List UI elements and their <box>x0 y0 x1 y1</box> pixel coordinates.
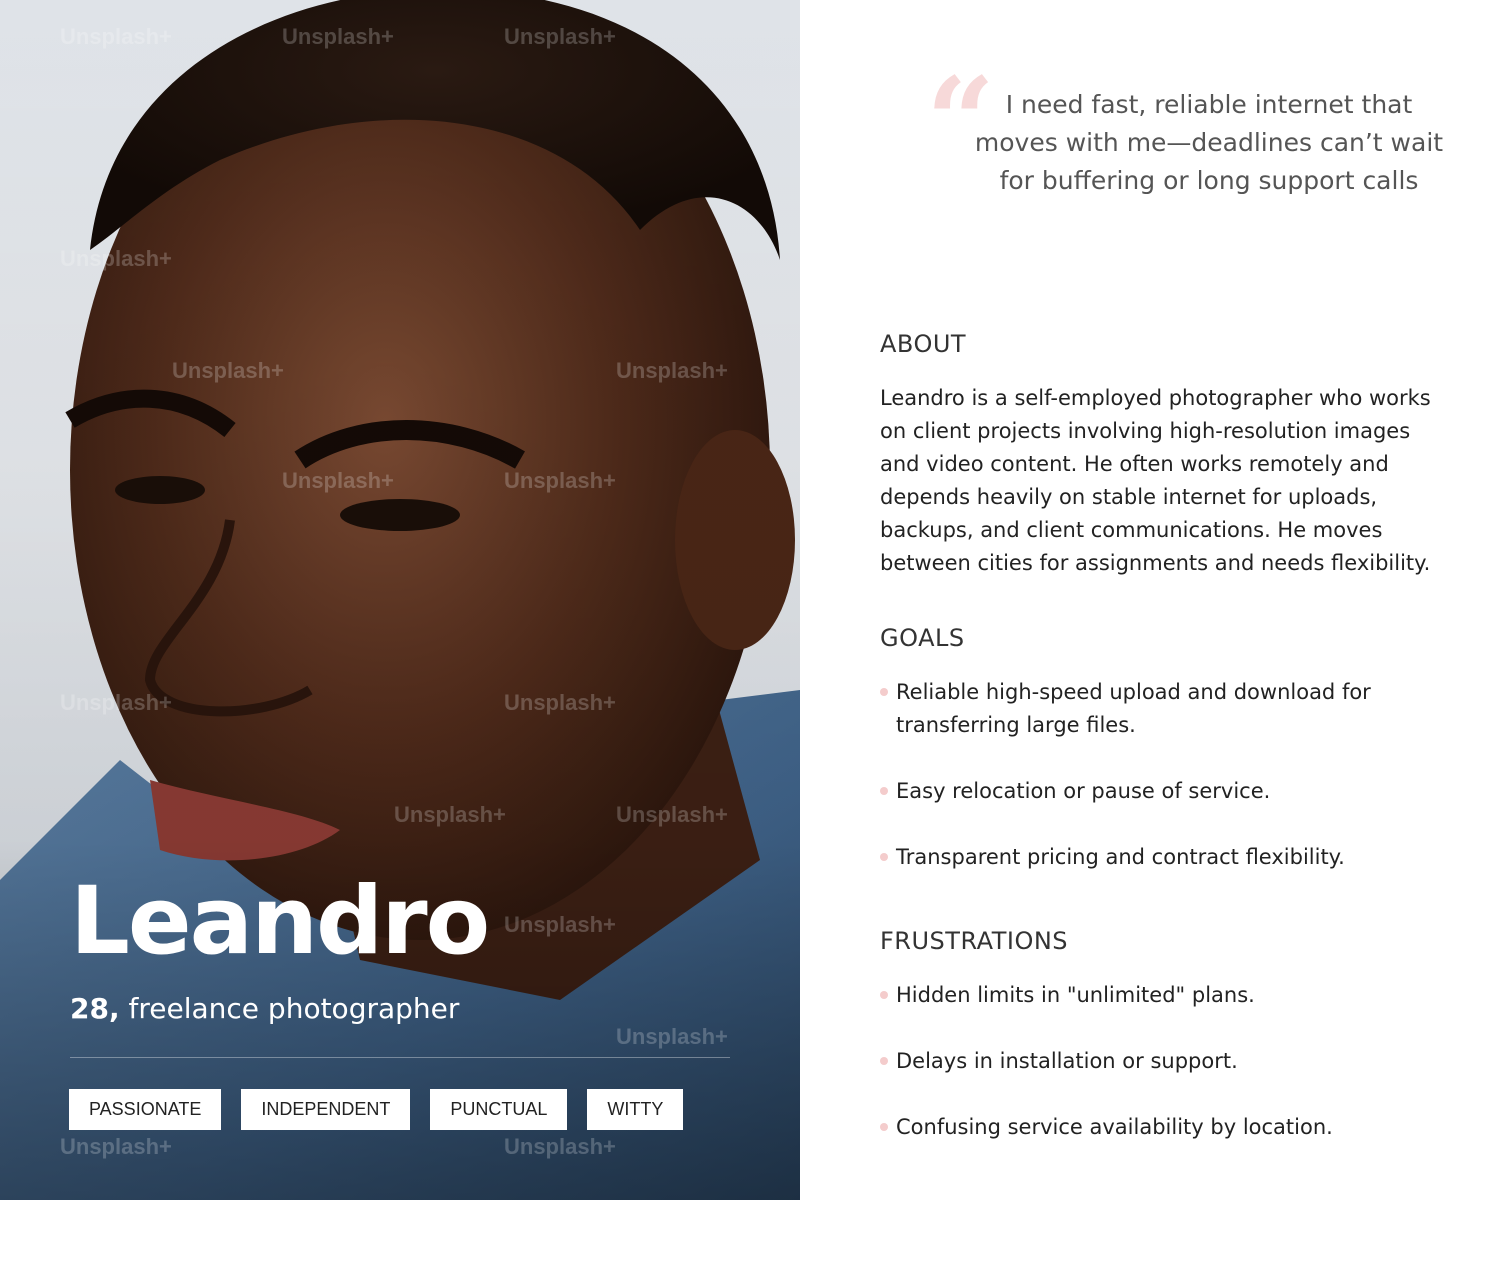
list-item: Delays in installation or support. <box>880 1045 1460 1078</box>
trait-tags: PASSIONATE INDEPENDENT PUNCTUAL WITTY <box>69 1089 684 1130</box>
goals-section: GOALS Reliable high-speed upload and dow… <box>880 624 1460 874</box>
bullet-dot-icon <box>880 1123 888 1131</box>
bullet-dot-icon <box>880 787 888 795</box>
frustration-text: Hidden limits in "unlimited" plans. <box>896 983 1255 1007</box>
section-title-goals: GOALS <box>880 624 965 652</box>
bullet-dot-icon <box>880 688 888 696</box>
persona-name: Leandro <box>70 867 490 976</box>
persona-subtitle: 28, freelance photographer <box>70 992 459 1025</box>
frustration-text: Delays in installation or support. <box>896 1049 1238 1073</box>
list-item: Reliable high-speed upload and download … <box>880 676 1426 742</box>
bullet-dot-icon <box>880 853 888 861</box>
goal-text: Transparent pricing and contract flexibi… <box>896 845 1345 869</box>
goals-list: Reliable high-speed upload and download … <box>880 676 1460 874</box>
frustrations-section: FRUSTRATIONS Hidden limits in "unlimited… <box>880 927 1460 1144</box>
trait-tag: PUNCTUAL <box>430 1089 568 1130</box>
quote-text: I need fast, reliable internet that move… <box>974 90 1444 195</box>
frustrations-list: Hidden limits in "unlimited" plans. Dela… <box>880 979 1460 1144</box>
bullet-dot-icon <box>880 1057 888 1065</box>
about-section: ABOUT Leandro is a self-employed photogr… <box>880 330 1460 580</box>
list-item: Easy relocation or pause of service. <box>880 775 1460 808</box>
list-item: Transparent pricing and contract flexibi… <box>880 841 1460 874</box>
frustration-text: Confusing service availability by locati… <box>896 1115 1333 1139</box>
list-item: Hidden limits in "unlimited" plans. <box>880 979 1460 1012</box>
section-title-about: ABOUT <box>880 330 967 358</box>
persona-photo: Unsplash+ Unsplash+ Unsplash+ Unsplash+ … <box>0 0 800 1200</box>
section-title-frustrations: FRUSTRATIONS <box>880 927 1069 955</box>
goal-text: Reliable high-speed upload and download … <box>896 680 1371 737</box>
about-text: Leandro is a self-employed photographer … <box>880 386 1431 575</box>
goal-text: Easy relocation or pause of service. <box>896 779 1271 803</box>
list-item: Confusing service availability by locati… <box>880 1111 1460 1144</box>
trait-tag: PASSIONATE <box>69 1089 222 1130</box>
trait-tag: WITTY <box>587 1089 684 1130</box>
bullet-dot-icon <box>880 991 888 999</box>
persona-role: freelance photographer <box>128 992 460 1025</box>
persona-age: 28, <box>70 992 120 1025</box>
divider <box>70 1057 730 1058</box>
trait-tag: INDEPENDENT <box>241 1089 411 1130</box>
